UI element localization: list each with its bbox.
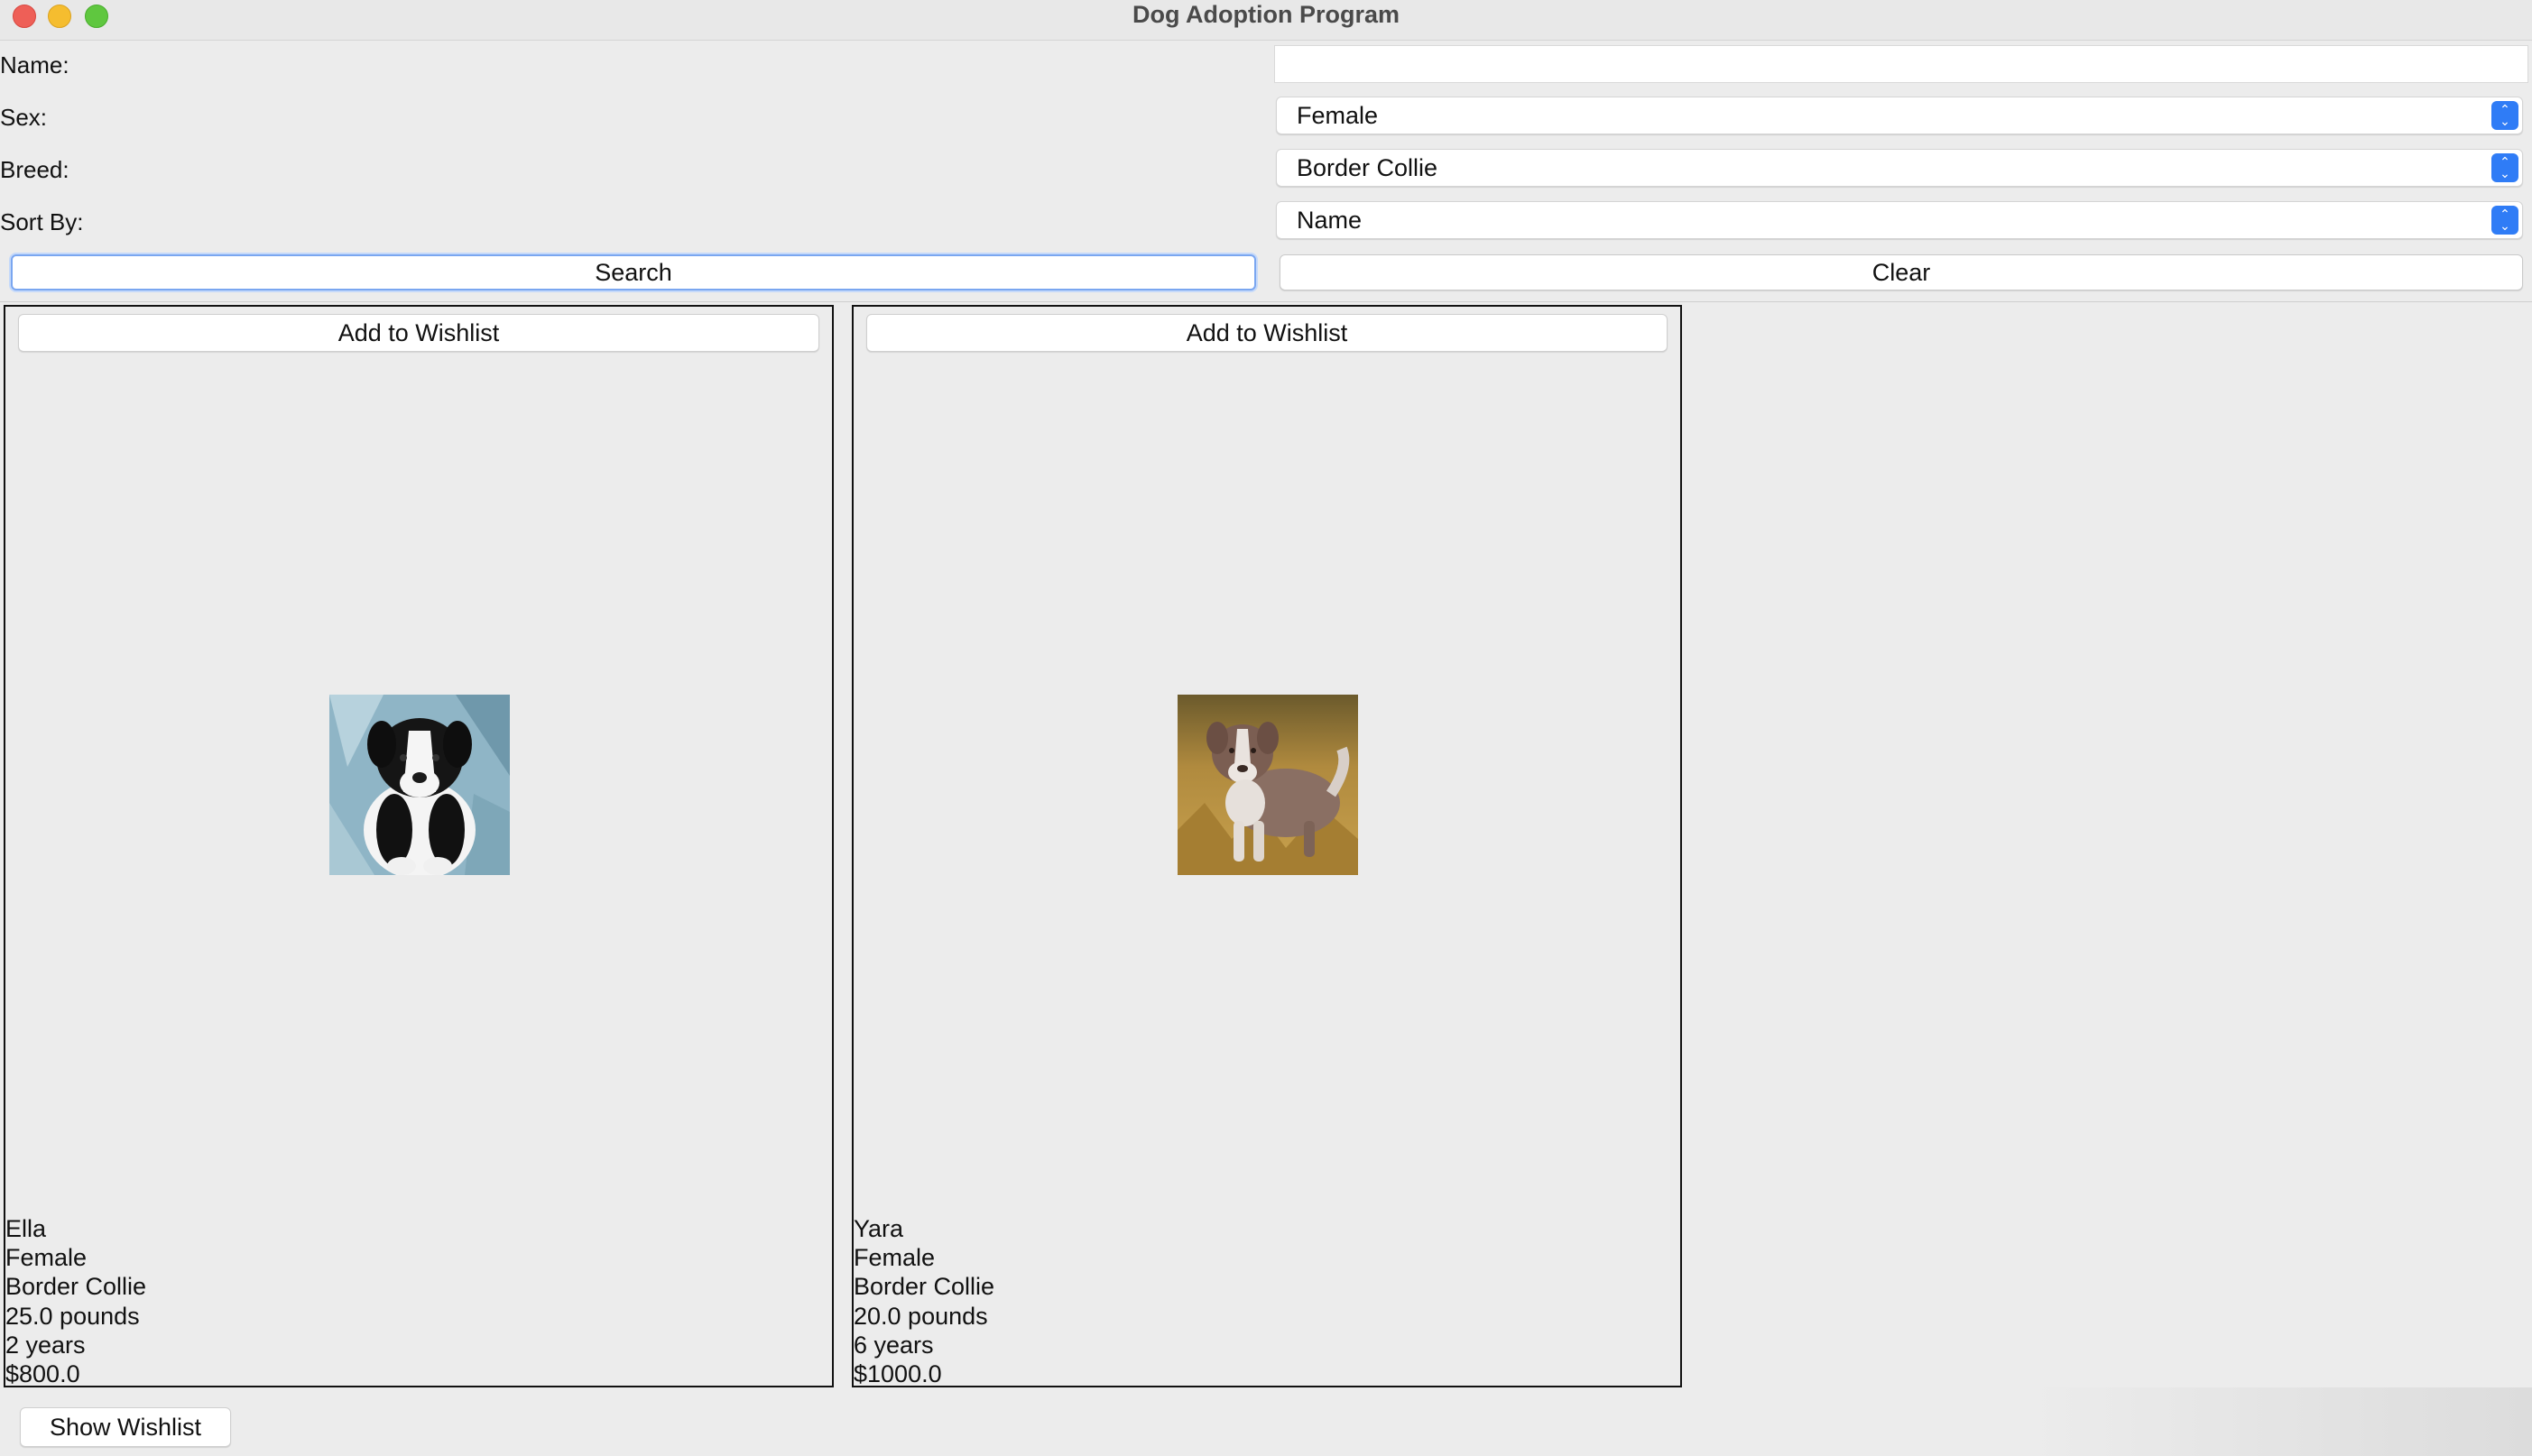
dog-age: 6 years bbox=[854, 1331, 934, 1359]
sort-select[interactable]: Name ⌃ ⌄ bbox=[1276, 201, 2523, 239]
search-button[interactable]: Search bbox=[11, 254, 1256, 290]
dog-breed: Border Collie bbox=[854, 1273, 995, 1301]
footer-bar bbox=[0, 1387, 2532, 1456]
window-titlebar: Dog Adoption Program bbox=[0, 0, 2532, 41]
chevron-updown-icon: ⌃ ⌄ bbox=[2491, 153, 2518, 182]
dog-price: $800.0 bbox=[5, 1360, 80, 1388]
show-wishlist-button[interactable]: Show Wishlist bbox=[20, 1407, 231, 1447]
sex-label: Sex: bbox=[0, 104, 48, 131]
dog-card: Add to Wishlist Yara Female Border Colli… bbox=[852, 305, 1682, 1387]
dog-weight: 20.0 pounds bbox=[854, 1302, 988, 1330]
dog-sex: Female bbox=[5, 1244, 88, 1272]
dog-info: Ella Female Border Collie 25.0 pounds 2 … bbox=[5, 1214, 146, 1388]
dog-breed: Border Collie bbox=[5, 1273, 147, 1301]
clear-button[interactable]: Clear bbox=[1280, 254, 2523, 290]
breed-select-value: Border Collie bbox=[1297, 154, 1438, 181]
divider bbox=[0, 301, 2532, 302]
sort-select-value: Name bbox=[1297, 207, 1363, 234]
breed-label: Breed: bbox=[0, 156, 69, 183]
chevron-updown-icon: ⌃ ⌄ bbox=[2491, 101, 2518, 130]
name-label: Name: bbox=[0, 51, 69, 78]
name-input[interactable] bbox=[1274, 45, 2528, 83]
dog-weight: 25.0 pounds bbox=[5, 1302, 140, 1330]
dog-photo bbox=[329, 695, 510, 875]
dog-photo bbox=[1178, 695, 1358, 875]
sex-select[interactable]: Female ⌃ ⌄ bbox=[1276, 97, 2523, 134]
window-title: Dog Adoption Program bbox=[1132, 1, 1400, 28]
dog-age: 2 years bbox=[5, 1331, 86, 1359]
add-to-wishlist-button[interactable]: Add to Wishlist bbox=[18, 314, 819, 352]
dog-name: Yara bbox=[854, 1215, 904, 1242]
dog-info: Yara Female Border Collie 20.0 pounds 6 … bbox=[854, 1214, 994, 1388]
dog-price: $1000.0 bbox=[854, 1360, 942, 1388]
sex-select-value: Female bbox=[1297, 102, 1379, 129]
dog-sex: Female bbox=[854, 1244, 936, 1272]
dog-name: Ella bbox=[5, 1215, 47, 1242]
breed-select[interactable]: Border Collie ⌃ ⌄ bbox=[1276, 149, 2523, 187]
sort-label: Sort By: bbox=[0, 208, 84, 235]
add-to-wishlist-button[interactable]: Add to Wishlist bbox=[866, 314, 1668, 352]
chevron-updown-icon: ⌃ ⌄ bbox=[2491, 206, 2518, 235]
dog-card: Add to Wishlist Ella Female Border Colli… bbox=[4, 305, 834, 1387]
